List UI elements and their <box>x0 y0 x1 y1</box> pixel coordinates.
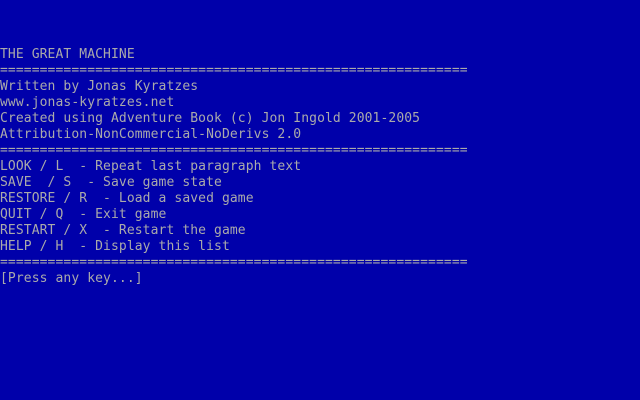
command-look: LOOK / L - Repeat last paragraph text <box>0 159 302 174</box>
author-credit: Written by Jonas Kyratzes <box>0 79 199 94</box>
divider-rule: ========================================… <box>0 143 468 158</box>
press-any-key-prompt[interactable]: [Press any key...] <box>0 271 143 287</box>
command-help: HELP / H - Display this list <box>0 239 230 254</box>
engine-credit: Created using Adventure Book (c) Jon Ing… <box>0 111 421 126</box>
divider-rule: ========================================… <box>0 255 468 270</box>
command-restart: RESTART / X - Restart the game <box>0 223 246 238</box>
website-credit: www.jonas-kyratzes.net <box>0 95 175 110</box>
command-quit: QUIT / Q - Exit game <box>0 207 167 222</box>
license-credit: Attribution-NonCommercial-NoDerivs 2.0 <box>0 127 302 142</box>
command-save: SAVE / S - Save game state <box>0 175 222 190</box>
terminal-screen[interactable]: THE GREAT MACHINE ======================… <box>0 0 640 400</box>
divider-rule: ========================================… <box>0 63 468 78</box>
game-title: THE GREAT MACHINE <box>0 47 135 62</box>
command-restore: RESTORE / R - Load a saved game <box>0 191 254 206</box>
